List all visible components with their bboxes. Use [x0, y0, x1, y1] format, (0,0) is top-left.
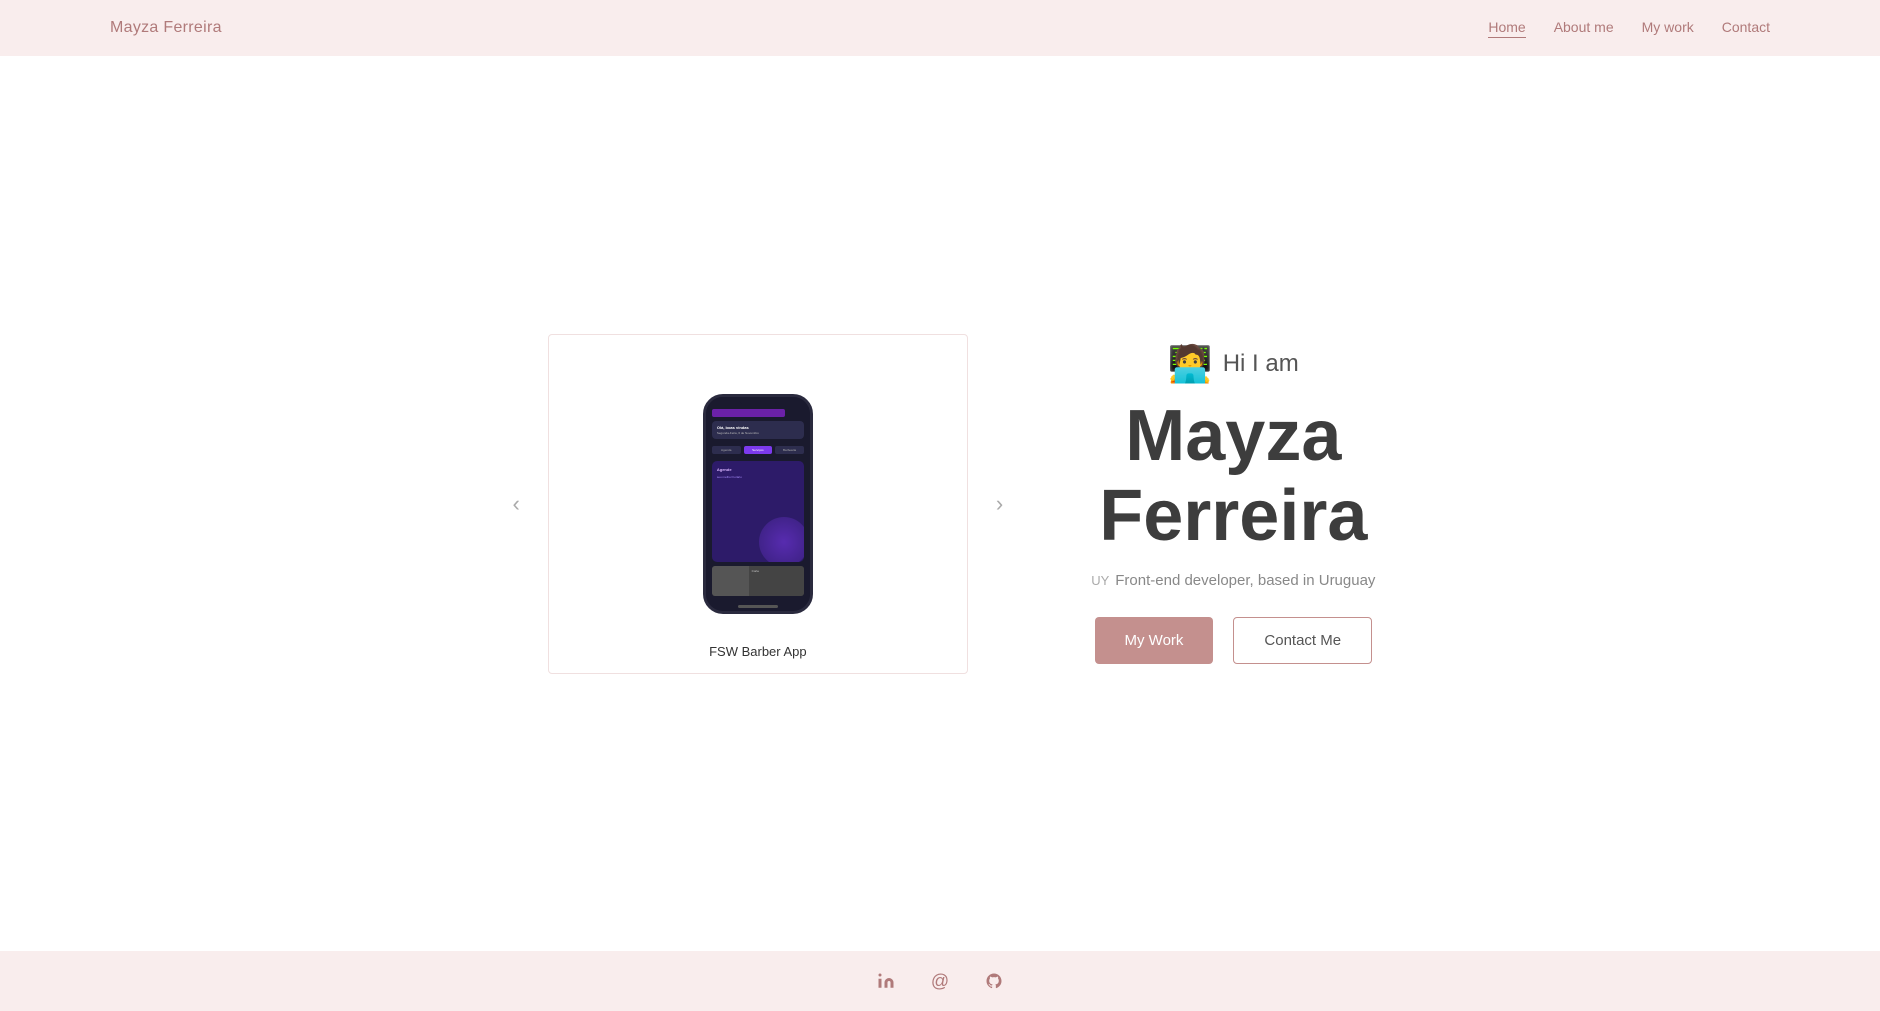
- hero-subtitle-text: Front-end developer, based in Uruguay: [1115, 572, 1375, 589]
- phone-card-text: Agende: [717, 467, 799, 472]
- phone-card-large: Agende seu melhor horário: [712, 461, 804, 562]
- nav-link-contact[interactable]: Contact: [1722, 19, 1770, 35]
- hero-name-line1: Mayza: [1099, 397, 1367, 476]
- laptop-person-emoji: 🧑‍💻: [1168, 343, 1213, 385]
- carousel-prev-button[interactable]: ‹: [505, 485, 528, 523]
- hero-subtitle: UY Front-end developer, based in Uruguay: [1091, 572, 1375, 589]
- footer: @: [0, 951, 1880, 1011]
- phone-notification-title: Olá, boas vindas: [717, 425, 799, 430]
- phone-img-left: [712, 566, 749, 596]
- phone-purple-blob: [759, 517, 804, 562]
- phone-notification-sub: Segunda-Feira, 6 de Novembro: [717, 431, 799, 435]
- phone-small-img: Corte: [712, 566, 804, 596]
- hero-name-line2: Ferreira: [1099, 477, 1367, 556]
- github-link[interactable]: [985, 972, 1003, 990]
- carousel-section: ‹ Olá, boas vindas Segunda-Feira, 6 de N…: [505, 334, 1012, 674]
- navbar: Mayza Ferreira Home About me My work Con…: [0, 0, 1880, 56]
- linkedin-icon: [877, 972, 895, 990]
- nav-link-home[interactable]: Home: [1488, 19, 1525, 38]
- hero-buttons: My Work Contact Me: [1095, 617, 1373, 664]
- navbar-links: Home About me My work Contact: [1488, 19, 1770, 37]
- phone-tabs: Agenda Serviços Barbearia: [712, 446, 804, 454]
- nav-item-contact[interactable]: Contact: [1722, 19, 1770, 37]
- phone-header-bar: [712, 409, 786, 417]
- phone-notch: [738, 397, 778, 405]
- carousel-card: Olá, boas vindas Segunda-Feira, 6 de Nov…: [548, 334, 968, 674]
- phone-screen: Olá, boas vindas Segunda-Feira, 6 de Nov…: [706, 397, 810, 602]
- nav-item-about[interactable]: About me: [1554, 19, 1614, 37]
- nav-item-work[interactable]: My work: [1642, 19, 1694, 37]
- hero-greeting: 🧑‍💻 Hi I am: [1168, 343, 1299, 385]
- phone-mockup: Olá, boas vindas Segunda-Feira, 6 de Nov…: [703, 394, 813, 614]
- nav-link-work[interactable]: My work: [1642, 19, 1694, 35]
- carousel-caption: FSW Barber App: [709, 644, 807, 659]
- hero-greeting-text: Hi I am: [1223, 350, 1299, 378]
- phone-notification: Olá, boas vindas Segunda-Feira, 6 de Nov…: [712, 421, 804, 439]
- linkedin-link[interactable]: [877, 972, 895, 990]
- phone-card-sub: seu melhor horário: [717, 475, 799, 479]
- github-icon: [985, 972, 1003, 990]
- phone-img-right: Corte: [749, 566, 804, 596]
- hero-flag: UY: [1091, 573, 1109, 588]
- phone-small-text: Corte: [752, 569, 801, 573]
- my-work-button[interactable]: My Work: [1095, 617, 1214, 664]
- nav-item-home[interactable]: Home: [1488, 19, 1525, 37]
- email-link[interactable]: @: [931, 971, 949, 992]
- hero-name: Mayza Ferreira: [1099, 397, 1367, 555]
- at-icon: @: [931, 971, 949, 992]
- phone-tab-1: Agenda: [712, 446, 741, 454]
- hero-section: 🧑‍💻 Hi I am Mayza Ferreira UY Front-end …: [1091, 343, 1375, 663]
- nav-link-about[interactable]: About me: [1554, 19, 1614, 35]
- phone-tab-3: Barbearia: [775, 446, 804, 454]
- carousel-next-button[interactable]: ›: [988, 485, 1011, 523]
- phone-home-indicator: [738, 605, 778, 608]
- phone-tab-2: Serviços: [744, 446, 773, 454]
- main-content: ‹ Olá, boas vindas Segunda-Feira, 6 de N…: [0, 56, 1880, 951]
- contact-me-button[interactable]: Contact Me: [1233, 617, 1372, 664]
- navbar-brand: Mayza Ferreira: [110, 19, 222, 37]
